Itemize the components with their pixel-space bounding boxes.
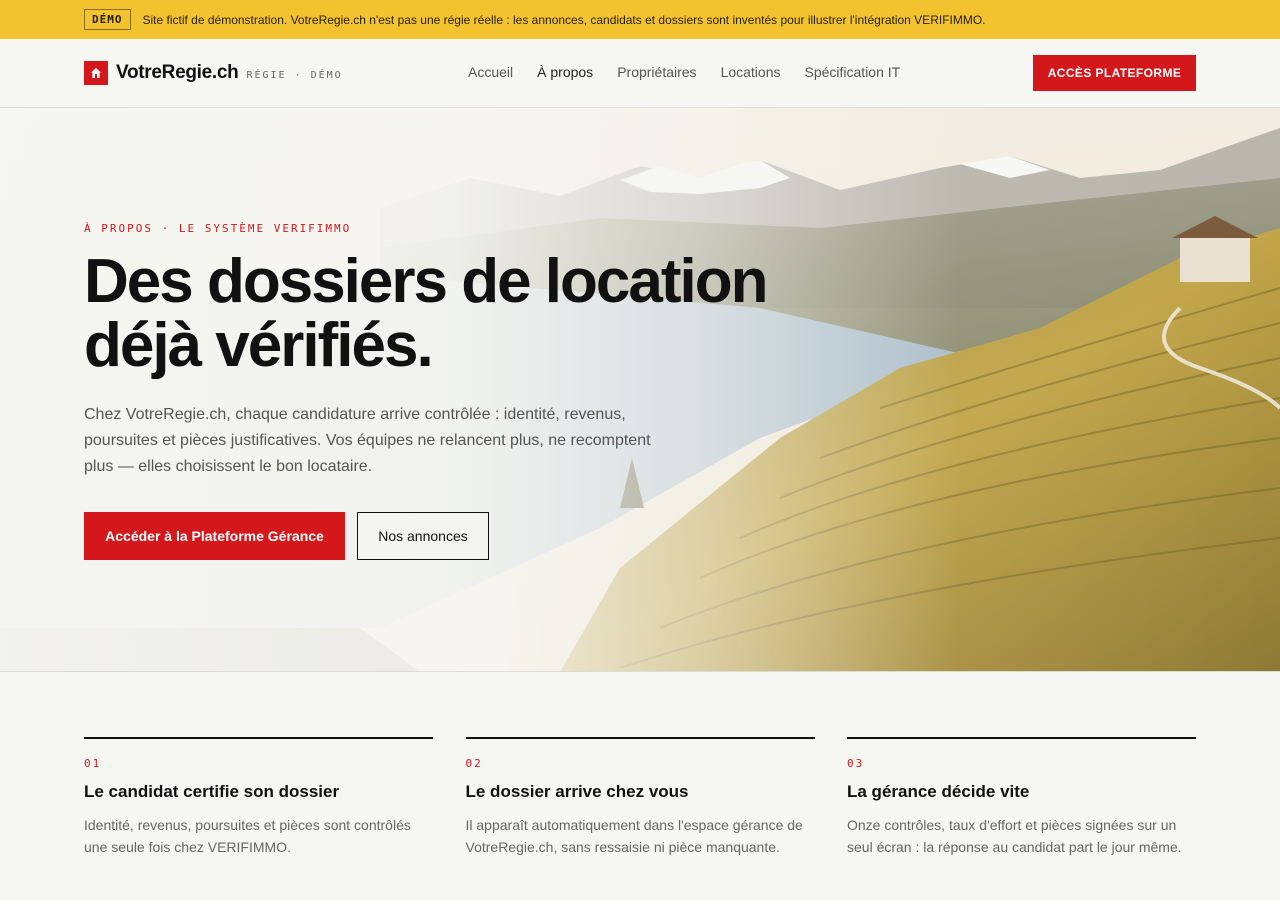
site-header: VotreRegie.ch RÉGIE · DÉMO Accueil À pro…: [0, 39, 1280, 108]
steps-section: 01 Le candidat certifie son dossier Iden…: [84, 737, 1196, 858]
platform-access-button[interactable]: ACCÈS PLATEFORME: [1033, 55, 1196, 91]
main-nav: Accueil À propos Propriétaires Locations…: [468, 64, 924, 80]
demo-badge: DÉMO: [84, 9, 131, 30]
step-text: Il apparaît automatiquement dans l'espac…: [465, 817, 803, 855]
hero-description: Chez VotreRegie.ch, chaque candidature a…: [84, 406, 651, 475]
listings-button[interactable]: Nos annonces: [357, 512, 489, 560]
step-number: 01: [84, 757, 102, 770]
step-title: La gérance décide vite: [847, 782, 1030, 801]
brand-name: VotreRegie.ch: [116, 62, 239, 83]
step-text: Onze contrôles, taux d'effort et pièces …: [847, 817, 1182, 855]
house-icon: [84, 61, 108, 85]
hero-title: Des dossiers de location déjà vérifiés.: [84, 250, 804, 378]
step-text: Identité, revenus, poursuites et pièces …: [84, 817, 411, 855]
nav-item-accueil[interactable]: Accueil: [468, 64, 513, 80]
brand-logo-link[interactable]: VotreRegie.ch RÉGIE · DÉMO: [84, 61, 343, 85]
hero-eyebrow: À PROPOS · LE SYSTÈME VERIFIMMO: [84, 222, 352, 235]
step-card: 01 Le candidat certifie son dossier Iden…: [84, 737, 433, 858]
hero-title-line-1: Des dossiers de location: [84, 247, 768, 316]
hero-section: À PROPOS · LE SYSTÈME VERIFIMMO Des doss…: [0, 108, 1280, 672]
step-card: 02 Le dossier arrive chez vous Il appara…: [465, 737, 815, 858]
demo-banner: DÉMO Site fictif de démonstration. Votre…: [0, 0, 1280, 39]
nav-item-locations[interactable]: Locations: [721, 64, 781, 80]
nav-item-specification-it[interactable]: Spécification IT: [805, 64, 901, 80]
nav-item-proprietaires[interactable]: Propriétaires: [617, 64, 696, 80]
step-number: 03: [847, 757, 865, 770]
hero-title-line-2: déjà vérifiés.: [84, 311, 434, 380]
step-title: Le dossier arrive chez vous: [465, 782, 689, 801]
hero-overlay: [0, 108, 1280, 671]
step-number: 02: [465, 757, 483, 770]
access-platform-button[interactable]: Accéder à la Plateforme Gérance: [84, 512, 345, 560]
step-title: Le candidat certifie son dossier: [84, 782, 340, 801]
demo-banner-text: Site fictif de démonstration. VotreRegie…: [142, 12, 986, 27]
brand-subtitle: RÉGIE · DÉMO: [246, 70, 343, 81]
step-card: 03 La gérance décide vite Onze contrôles…: [847, 737, 1196, 858]
nav-item-a-propos[interactable]: À propos: [537, 64, 593, 80]
